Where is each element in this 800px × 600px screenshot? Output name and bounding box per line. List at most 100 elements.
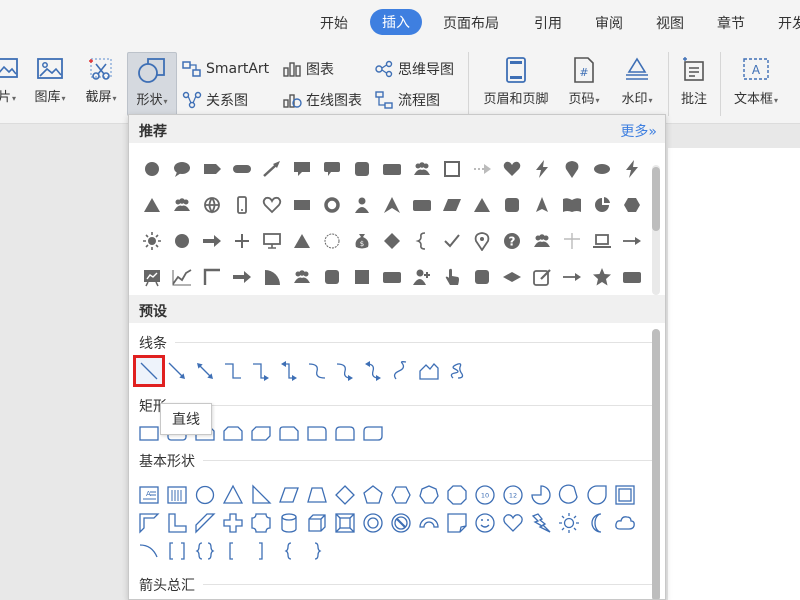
shape-people-group[interactable]	[527, 223, 557, 259]
shape-octagon[interactable]	[443, 481, 471, 509]
shape-right-triangle[interactable]	[247, 481, 275, 509]
shape-pentagon[interactable]	[359, 481, 387, 509]
shape-arrow-long-right[interactable]	[557, 259, 587, 295]
shape-diamond[interactable]	[331, 481, 359, 509]
shape-arrow-right[interactable]	[227, 259, 257, 295]
shape-right-brace[interactable]	[303, 537, 331, 565]
shape-left-brace[interactable]	[275, 537, 303, 565]
textbox-button[interactable]: A 文本框▾	[728, 52, 784, 116]
shape-block-arc[interactable]	[415, 509, 443, 537]
shapes-button[interactable]: 形状▾	[127, 52, 177, 116]
shape-chord[interactable]	[555, 481, 583, 509]
shape-people-group[interactable]	[167, 187, 197, 223]
shape-plaque[interactable]	[247, 509, 275, 537]
shape-vertical-text-box[interactable]	[163, 481, 191, 509]
shape-elbow-arrow-connector[interactable]	[247, 357, 275, 385]
shape-callout-rect[interactable]	[287, 151, 317, 187]
shape-rounded-rect[interactable]	[617, 259, 647, 295]
tab-home[interactable]: 开始	[320, 13, 348, 33]
shape-rounded-square[interactable]	[317, 259, 347, 295]
shape-rectangle[interactable]	[135, 419, 163, 447]
shape-money-bag[interactable]: $	[347, 223, 377, 259]
shape-ring[interactable]	[317, 187, 347, 223]
shape-decagon[interactable]: 10	[471, 481, 499, 509]
shape-moon[interactable]	[583, 509, 611, 537]
shape-round-single-corner[interactable]	[303, 419, 331, 447]
shape-rounded-rect[interactable]	[377, 151, 407, 187]
shape-hexagon[interactable]	[617, 187, 647, 223]
shape-sun[interactable]	[555, 509, 583, 537]
shape-rounded-bar[interactable]	[227, 151, 257, 187]
shape-edit-box[interactable]	[527, 259, 557, 295]
shape-cross[interactable]	[219, 509, 247, 537]
relation-chart-button[interactable]: 关系图	[182, 88, 248, 112]
shape-round-diagonal[interactable]	[359, 419, 387, 447]
shape-arc[interactable]	[135, 537, 163, 565]
shape-elbow-connector[interactable]	[219, 357, 247, 385]
shape-speech-bubble[interactable]	[167, 151, 197, 187]
gallery-button[interactable]: 图库▾	[27, 52, 73, 116]
recommended-scroll-thumb[interactable]	[652, 167, 660, 231]
shape-trapezoid[interactable]	[303, 481, 331, 509]
shape-sun[interactable]	[137, 223, 167, 259]
shape-bevel[interactable]	[331, 509, 359, 537]
picture-button[interactable]: 片▾	[0, 52, 22, 116]
shape-l-shape[interactable]	[163, 509, 191, 537]
shape-can[interactable]	[275, 509, 303, 537]
shape-arrow-diagonal[interactable]	[257, 151, 287, 187]
presets-scroll-thumb[interactable]	[652, 329, 660, 599]
shape-cloud[interactable]	[611, 509, 639, 537]
shape-rect[interactable]	[287, 187, 317, 223]
shape-lightning-bolt[interactable]	[527, 509, 555, 537]
shape-dotted-arrow[interactable]	[467, 151, 497, 187]
watermark-button[interactable]: 水印▾	[612, 52, 662, 116]
shape-snip-diagonal[interactable]	[247, 419, 275, 447]
header-footer-button[interactable]: 页眉和页脚	[476, 52, 556, 116]
shape-circle-outline[interactable]	[317, 223, 347, 259]
shape-double-brace[interactable]	[191, 537, 219, 565]
shape-tag-shape[interactable]	[197, 151, 227, 187]
shape-double-arrow-line[interactable]	[191, 357, 219, 385]
shape-ellipse[interactable]	[587, 151, 617, 187]
shape-half-frame[interactable]	[135, 509, 163, 537]
shape-curved-arrow-connector[interactable]	[331, 357, 359, 385]
shape-person[interactable]	[347, 187, 377, 223]
shape-callout-rounded[interactable]	[317, 151, 347, 187]
smartart-button[interactable]: SmartArt	[182, 57, 269, 81]
shape-smiley-face[interactable]	[471, 509, 499, 537]
shape-curved-double-arrow[interactable]	[359, 357, 387, 385]
shape-map-pin[interactable]	[557, 151, 587, 187]
shape-chart-board[interactable]	[137, 259, 167, 295]
shape-arrow-long-right[interactable]	[617, 223, 647, 259]
shape-line-chart[interactable]	[167, 259, 197, 295]
shape-square[interactable]	[347, 259, 377, 295]
tab-review[interactable]: 审阅	[595, 13, 623, 33]
document-page[interactable]	[668, 148, 800, 600]
shape-isosceles-triangle[interactable]	[219, 481, 247, 509]
shape-lightning[interactable]	[527, 151, 557, 187]
tab-view[interactable]: 视图	[656, 13, 684, 33]
shape-curve[interactable]	[387, 357, 415, 385]
shape-rounded-square[interactable]	[497, 187, 527, 223]
shape-pie[interactable]	[527, 481, 555, 509]
flowchart-button[interactable]: 流程图	[374, 88, 440, 112]
more-shapes-link[interactable]: 更多»	[620, 121, 657, 141]
shape-snip-same-side[interactable]	[219, 419, 247, 447]
shape-diamond[interactable]	[377, 223, 407, 259]
shape-triangle[interactable]	[287, 223, 317, 259]
shape-heart[interactable]	[497, 151, 527, 187]
shape-square-outline[interactable]	[437, 151, 467, 187]
comment-button[interactable]: 批注	[674, 52, 714, 116]
tab-developer[interactable]: 开发	[778, 13, 800, 33]
shape-star[interactable]	[587, 259, 617, 295]
shape-question-circle[interactable]: ?	[497, 223, 527, 259]
shape-hexagon[interactable]	[387, 481, 415, 509]
shape-folded-corner[interactable]	[443, 509, 471, 537]
shape-dodecagon[interactable]: 12	[499, 481, 527, 509]
tab-references[interactable]: 引用	[534, 13, 562, 33]
shape-people-group[interactable]	[287, 259, 317, 295]
shape-triangle-slim[interactable]	[527, 187, 557, 223]
shape-double-bracket[interactable]	[163, 537, 191, 565]
shape-freeform[interactable]	[415, 357, 443, 385]
recommended-scrollbar[interactable]	[652, 165, 660, 295]
